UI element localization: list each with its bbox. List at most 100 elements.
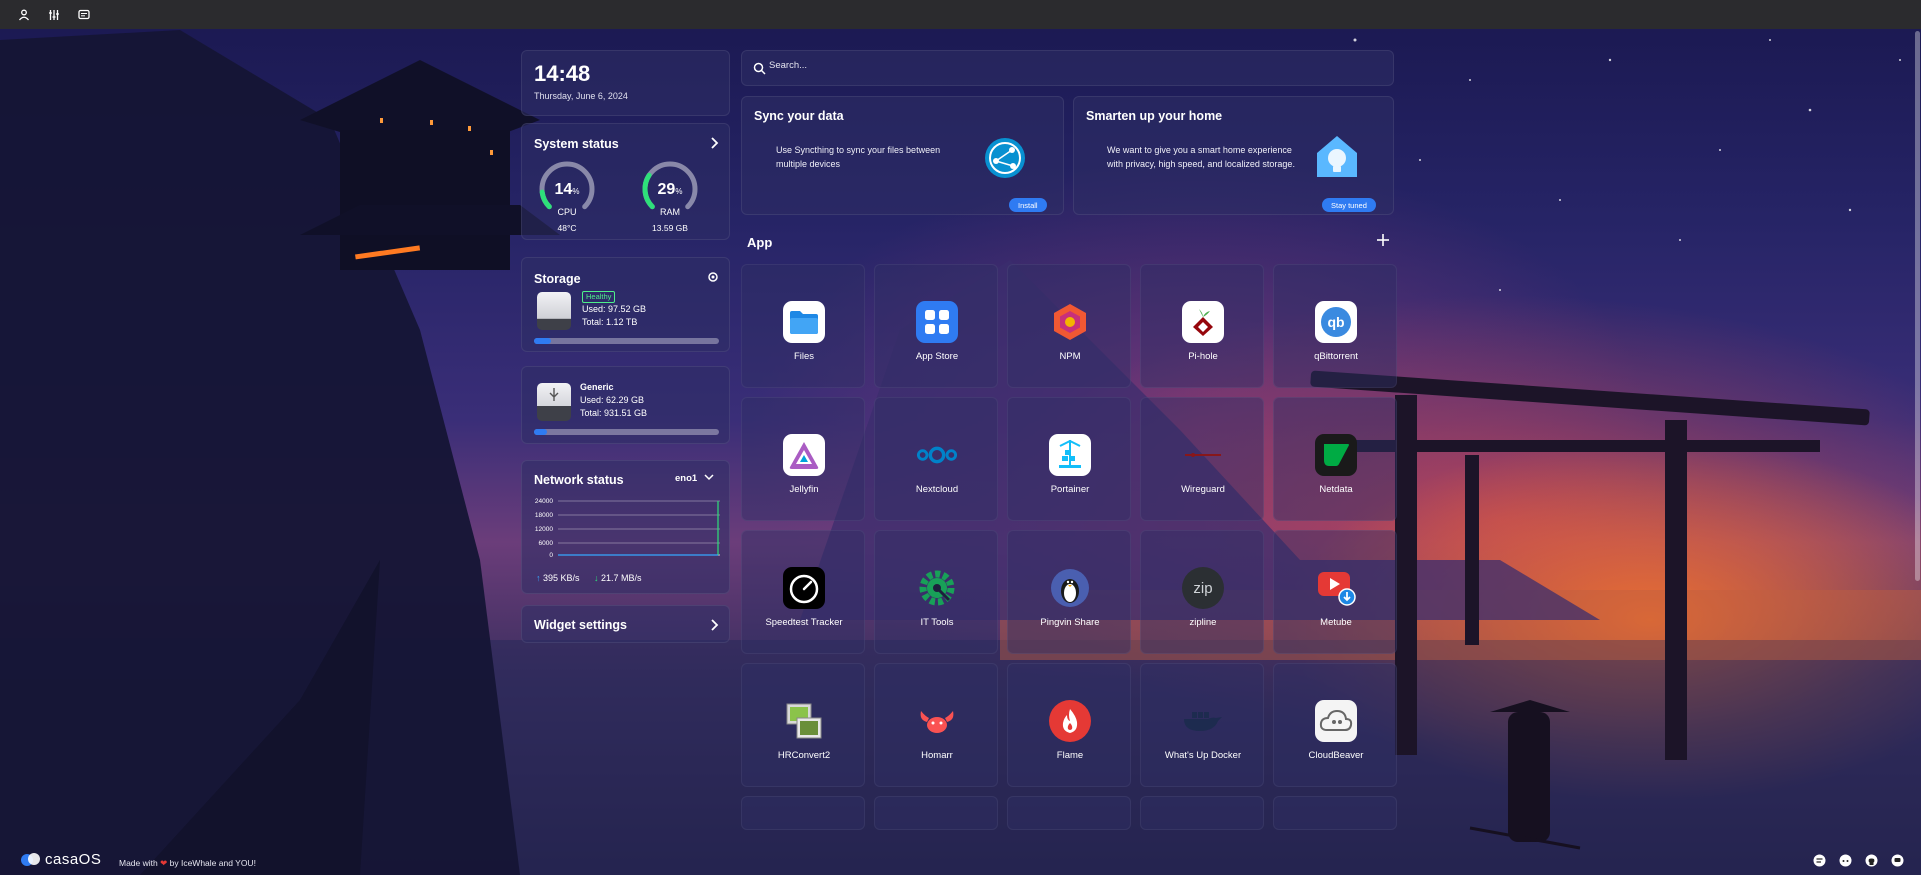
footer-credit: Made with ❤ by IceWhale and YOU! bbox=[119, 858, 256, 868]
app-label: Wireguard bbox=[1181, 484, 1225, 495]
add-app-icon[interactable] bbox=[1375, 232, 1391, 248]
app-label: NPM bbox=[1059, 351, 1081, 362]
search-input[interactable] bbox=[769, 60, 1369, 71]
search-bar[interactable] bbox=[741, 50, 1394, 86]
app-tile-flame[interactable]: Flame bbox=[1007, 663, 1131, 787]
app-tile-it-tools[interactable]: IT Tools bbox=[874, 530, 998, 654]
interface-select[interactable]: eno1 bbox=[675, 473, 714, 484]
app-tile-speedtest-tracker[interactable]: Speedtest Tracker bbox=[741, 530, 865, 654]
app-tile-partial[interactable] bbox=[741, 796, 865, 830]
disk-1-used: Used: 97.52 GB bbox=[582, 304, 647, 314]
network-y-tick: 0 bbox=[549, 552, 553, 558]
casaos-logo[interactable]: casaOS bbox=[20, 850, 102, 868]
app-label: Speedtest Tracker bbox=[765, 617, 843, 628]
pihole-icon bbox=[1182, 301, 1224, 343]
chevron-right-icon[interactable] bbox=[707, 136, 721, 150]
app-tile-pingvin-share[interactable]: Pingvin Share bbox=[1007, 530, 1131, 654]
forum-icon[interactable] bbox=[1889, 852, 1905, 868]
app-tile-npm[interactable]: NPM bbox=[1007, 264, 1131, 388]
app-tile-partial[interactable] bbox=[874, 796, 998, 830]
whale-icon bbox=[1182, 700, 1224, 742]
clock-date: Thursday, June 6, 2024 bbox=[534, 91, 628, 101]
system-status-widget: System status 14% CPU 48°C 29% RAM 13.59… bbox=[521, 123, 730, 240]
portainer-icon bbox=[1049, 434, 1091, 476]
app-tile-metube[interactable]: Metube bbox=[1273, 530, 1397, 654]
youtube-download-icon bbox=[1315, 567, 1357, 609]
ram-label: RAM bbox=[660, 207, 680, 217]
smart-home-promo-card: Smarten up your home We want to give you… bbox=[1073, 96, 1394, 215]
promo-description: We want to give you a smart home experie… bbox=[1107, 145, 1295, 169]
ram-used: 13.59 GB bbox=[652, 223, 688, 233]
gear-icon[interactable] bbox=[706, 270, 720, 284]
app-label: Files bbox=[793, 351, 815, 362]
flame-icon bbox=[1049, 700, 1091, 742]
app-tile-netdata[interactable]: Netdata bbox=[1273, 397, 1397, 521]
stay-tuned-button[interactable]: Stay tuned bbox=[1322, 198, 1376, 212]
chevron-down-icon bbox=[704, 474, 714, 481]
svg-text:zip: zip bbox=[1193, 580, 1212, 597]
app-tile-pi-hole[interactable]: Pi-hole bbox=[1140, 264, 1264, 388]
app-tile-cloudbeaver[interactable]: CloudBeaver bbox=[1273, 663, 1397, 787]
app-tile-jellyfin[interactable]: Jellyfin bbox=[741, 397, 865, 521]
github-icon[interactable] bbox=[1863, 852, 1879, 868]
interface-name: eno1 bbox=[675, 473, 698, 484]
page-scrollbar[interactable] bbox=[1915, 31, 1920, 581]
feedback-icon[interactable] bbox=[1811, 852, 1827, 868]
app-tile-partial[interactable] bbox=[1140, 796, 1264, 830]
app-label: Flame bbox=[1056, 750, 1084, 761]
network-y-tick: 18000 bbox=[535, 512, 553, 519]
upload-rate: ↑ 395 KB/s bbox=[536, 573, 580, 583]
folder-icon bbox=[783, 301, 825, 343]
smart-home-bulb-icon bbox=[1317, 136, 1357, 177]
download-rate: ↓ 21.7 MB/s bbox=[594, 573, 642, 583]
app-label: CloudBeaver bbox=[1308, 750, 1364, 761]
disk-2-usage-bar bbox=[534, 429, 719, 435]
widget-settings-button[interactable]: Widget settings bbox=[521, 605, 730, 643]
apps-section-title: App bbox=[747, 235, 773, 250]
promo-description: Use Syncthing to sync your files between… bbox=[776, 145, 941, 169]
footer-links bbox=[1811, 852, 1905, 868]
brand-name: casaOS bbox=[45, 850, 102, 868]
promo-title: Smarten up your home bbox=[1086, 109, 1223, 123]
app-label: Pi-hole bbox=[1188, 351, 1218, 362]
widget-settings-label: Widget settings bbox=[534, 618, 627, 632]
app-tile-wireguard[interactable]: Wireguard bbox=[1140, 397, 1264, 521]
app-tile-homarr[interactable]: Homarr bbox=[874, 663, 998, 787]
jellyfin-icon bbox=[783, 434, 825, 476]
network-y-tick: 12000 bbox=[535, 526, 553, 533]
disk-1-info: Healthy Used: 97.52 GB Total: 1.12 TB bbox=[582, 290, 646, 329]
network-y-tick: 24000 bbox=[535, 498, 553, 505]
app-tile-portainer[interactable]: Portainer bbox=[1007, 397, 1131, 521]
app-label: Nextcloud bbox=[915, 484, 959, 495]
network-y-tick: 6000 bbox=[539, 540, 554, 547]
homarr-icon bbox=[916, 700, 958, 742]
casaos-logo-icon bbox=[21, 853, 40, 866]
app-tile-whats-up-docker[interactable]: What's Up Docker bbox=[1140, 663, 1264, 787]
usb-drive-icon bbox=[537, 383, 571, 421]
user-icon[interactable] bbox=[16, 7, 32, 23]
cloudbeaver-icon bbox=[1315, 700, 1357, 742]
chat-icon[interactable] bbox=[76, 7, 92, 23]
app-tile-partial[interactable] bbox=[1007, 796, 1131, 830]
discord-icon[interactable] bbox=[1837, 852, 1853, 868]
app-tile-qbittorrent[interactable]: qb qBittorrent bbox=[1273, 264, 1397, 388]
storage-widget: Storage Healthy Used: 97.52 GB Total: 1.… bbox=[521, 257, 730, 352]
app-tile-hrconvert2[interactable]: HRConvert2 bbox=[741, 663, 865, 787]
sliders-icon[interactable] bbox=[46, 7, 62, 23]
network-chart: 24000 18000 12000 6000 0 bbox=[535, 498, 720, 558]
app-tile-partial[interactable] bbox=[1273, 796, 1397, 830]
app-tile-files[interactable]: Files bbox=[741, 264, 865, 388]
app-label: What's Up Docker bbox=[1164, 750, 1242, 761]
install-button[interactable]: Install bbox=[1009, 198, 1047, 212]
cpu-label: CPU bbox=[557, 207, 577, 217]
clock-time: 14:48 bbox=[534, 61, 591, 86]
zip-icon: zip bbox=[1182, 567, 1224, 609]
penguin-icon bbox=[1049, 567, 1091, 609]
app-tile-app-store[interactable]: App Store bbox=[874, 264, 998, 388]
app-tile-nextcloud[interactable]: Nextcloud bbox=[874, 397, 998, 521]
app-tile-zipline[interactable]: zip zipline bbox=[1140, 530, 1264, 654]
system-status-title: System status bbox=[534, 137, 619, 151]
app-label: Homarr bbox=[921, 750, 953, 761]
qbittorrent-icon: qb bbox=[1315, 301, 1357, 343]
top-bar bbox=[0, 0, 1921, 29]
